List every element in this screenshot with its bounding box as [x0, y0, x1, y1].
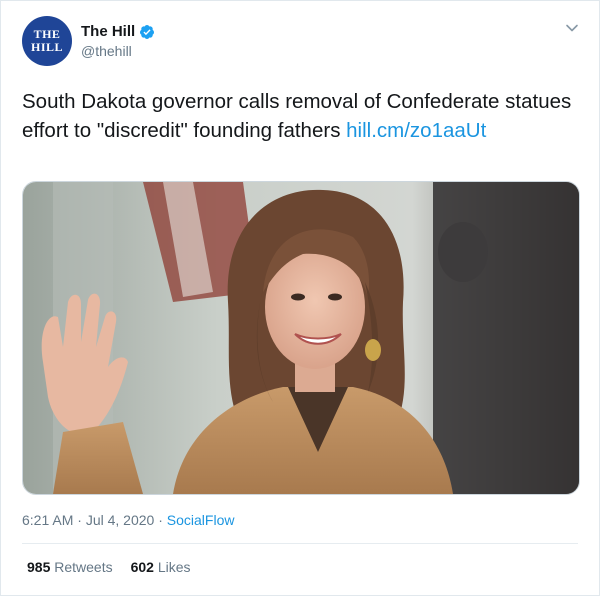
likes-count: 602: [130, 559, 154, 575]
retweets-stat[interactable]: 985 Retweets: [27, 559, 113, 575]
tweet-link[interactable]: hill.cm/zo1aaUt: [346, 119, 486, 142]
photo-of-woman-waving: [23, 182, 579, 494]
retweets-count: 985: [27, 559, 51, 575]
likes-stat[interactable]: 602 Likes: [131, 559, 191, 575]
tweet-body: South Dakota governor calls removal of C…: [22, 90, 572, 142]
account-info: The Hill @thehill: [81, 23, 155, 59]
chevron-down-icon[interactable]: [565, 21, 579, 35]
verified-badge-icon: [140, 24, 155, 39]
meta-separator: ·: [77, 512, 82, 528]
tweet-text: South Dakota governor calls removal of C…: [22, 87, 582, 145]
tweet-time[interactable]: 6:21 AM: [22, 512, 73, 528]
handle[interactable]: @thehill: [81, 43, 155, 59]
display-name[interactable]: The Hill: [81, 23, 135, 40]
tweet-card: THE HILL The Hill @thehill South Dakota …: [0, 0, 600, 596]
tweet-stats: 985 Retweets 602 Likes: [27, 559, 191, 575]
likes-label: Likes: [157, 559, 191, 575]
display-name-row[interactable]: The Hill: [81, 23, 155, 40]
divider: [22, 543, 578, 544]
retweets-label: Retweets: [54, 559, 113, 575]
tweet-meta: 6:21 AM · Jul 4, 2020 · SocialFlow: [22, 512, 234, 528]
logo-text: THE HILL: [30, 27, 63, 54]
meta-separator-2: ·: [158, 512, 163, 528]
avatar[interactable]: THE HILL: [22, 16, 72, 66]
tweet-photo[interactable]: [22, 181, 580, 495]
tweet-source[interactable]: SocialFlow: [167, 512, 235, 528]
tweet-date[interactable]: Jul 4, 2020: [86, 512, 155, 528]
